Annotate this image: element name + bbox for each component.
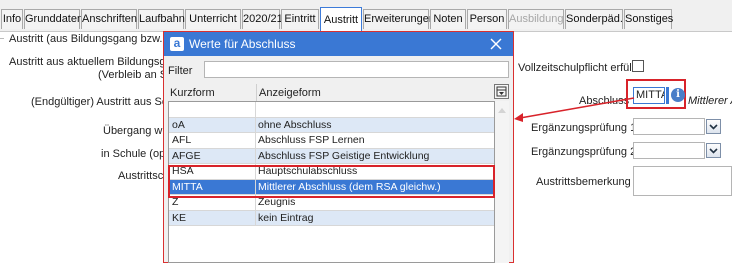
app-logo-icon: a xyxy=(170,37,184,51)
tab-info[interactable]: Info xyxy=(1,9,23,29)
dialog-title: Werte für Abschluss xyxy=(189,37,296,51)
cell-separator xyxy=(255,148,256,163)
cell-separator xyxy=(255,210,256,225)
column-header-kurzform[interactable]: Kurzform xyxy=(170,87,215,99)
ergaenzungspruefung-2-label: Ergänzungsprüfung 2 xyxy=(531,146,637,158)
chevron-down-icon xyxy=(709,124,718,130)
cell-kurzform: AFL xyxy=(172,134,192,146)
cell-anzeigeform xyxy=(258,102,493,117)
uebergang-label: Übergang w xyxy=(103,125,163,137)
in-schule-label: in Schule (opti xyxy=(101,148,171,160)
grid-row[interactable]: oA ohne Abschluss xyxy=(169,117,494,133)
tab-sonstiges[interactable]: Sonstiges xyxy=(624,9,673,29)
cell-kurzform: KE xyxy=(172,211,187,224)
abschluss-description: Mittlerer Ab xyxy=(688,95,732,107)
scroll-up-icon[interactable] xyxy=(497,106,507,114)
austrittsbemerkung-label: Austrittsbemerkung xyxy=(536,176,631,188)
section-title: Austritt (aus Bildungsgang bzw. Sc xyxy=(9,33,179,45)
filter-label: Filter xyxy=(168,65,193,77)
dialog-titlebar[interactable]: a Werte für Abschluss xyxy=(164,32,513,56)
cell-anzeigeform: Abschluss FSP Geistige Entwicklung xyxy=(258,149,430,162)
tab-person[interactable]: Person xyxy=(467,9,507,29)
austrittsbemerkung-textarea[interactable] xyxy=(633,166,732,196)
verbleib-label: (Verbleib an Sc xyxy=(98,69,173,81)
column-separator xyxy=(256,84,257,102)
grid-row[interactable]: AFGE Abschluss FSP Geistige Entwicklung xyxy=(169,148,494,164)
grid-row[interactable]: KE kein Eintrag xyxy=(169,210,494,226)
tab-anschriften[interactable]: Anschriften xyxy=(81,9,137,29)
info-icon[interactable]: i xyxy=(671,88,685,102)
tab-ausbildung: Ausbildung xyxy=(508,9,564,29)
cell-anzeigeform: kein Eintrag xyxy=(258,211,314,224)
vollzeitschulpflicht-checkbox[interactable] xyxy=(632,60,644,72)
tab-austritt[interactable]: Austritt xyxy=(320,7,362,32)
austrittsschule-label: Austrittsc xyxy=(118,170,164,182)
filter-input[interactable] xyxy=(204,61,509,78)
cell-kurzform xyxy=(172,102,252,117)
ergaenzungspruefung-1-combo[interactable] xyxy=(633,118,705,135)
tab-noten[interactable]: Noten xyxy=(430,9,466,29)
werte-dialog: a Werte für Abschluss Filter Kurzform An… xyxy=(163,31,514,263)
grid-row[interactable]: AFL Abschluss FSP Lernen xyxy=(169,133,494,149)
tab-unterricht[interactable]: Unterricht xyxy=(185,9,241,29)
cell-anzeigeform: ohne Abschluss xyxy=(258,118,332,131)
close-icon[interactable] xyxy=(490,38,502,50)
tab-2020-21[interactable]: 2020/21 xyxy=(242,9,283,29)
tab-eintritt[interactable]: Eintritt xyxy=(281,9,319,29)
grid-scrollbar[interactable] xyxy=(495,101,509,263)
selection-highlight-box xyxy=(168,165,495,198)
tab-bar: Info Grunddaten Anschriften Laufbahn Unterri… xyxy=(0,0,732,32)
grid-header: Kurzform Anzeigeform xyxy=(168,84,495,102)
cell-kurzform: oA xyxy=(172,118,185,131)
tab-erweiterungen[interactable]: Erweiterungen xyxy=(363,9,435,29)
grid-row[interactable] xyxy=(169,102,494,118)
ergaenzungspruefung-1-dropdown[interactable] xyxy=(706,119,721,134)
cell-anzeigeform: Abschluss FSP Lernen xyxy=(258,134,365,146)
tab-laufbahn[interactable]: Laufbahn xyxy=(138,9,185,29)
cell-separator xyxy=(255,133,256,148)
endgueltiger-austritt-label: (Endgültiger) Austritt aus Schul xyxy=(31,96,183,108)
ergaenzungspruefung-2-combo[interactable] xyxy=(633,142,705,159)
column-header-anzeigeform[interactable]: Anzeigeform xyxy=(259,87,321,99)
column-chooser-button[interactable] xyxy=(494,84,509,99)
vollzeitschulpflicht-label: Vollzeitschulpflicht erfüllt xyxy=(518,62,638,74)
cell-separator xyxy=(255,102,256,117)
ergaenzungspruefung-1-label: Ergänzungsprüfung 1 xyxy=(531,122,637,134)
ergaenzungspruefung-2-dropdown[interactable] xyxy=(706,143,721,158)
chevron-down-icon xyxy=(709,148,718,154)
austritt-bildungsgang-label: Austritt aus aktuellem Bildungsgang xyxy=(9,56,184,68)
column-chooser-icon xyxy=(496,86,507,97)
section-divider xyxy=(0,38,4,39)
abschluss-input[interactable]: MITTA xyxy=(633,87,665,104)
cell-kurzform: AFGE xyxy=(172,149,201,162)
tab-sonderpäd[interactable]: Sonderpäd. xyxy=(565,9,623,29)
cell-separator xyxy=(255,117,256,132)
tab-grunddaten[interactable]: Grunddaten xyxy=(24,9,83,29)
abschluss-field-marker xyxy=(666,87,669,104)
